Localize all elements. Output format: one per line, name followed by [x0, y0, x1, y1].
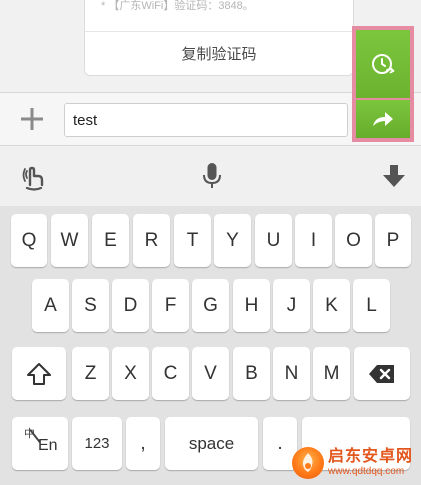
key-e[interactable]: E [92, 214, 129, 267]
gesture-input-button[interactable] [18, 160, 50, 192]
key-u[interactable]: U [255, 214, 292, 267]
key-r[interactable]: R [133, 214, 170, 267]
key-z[interactable]: Z [72, 347, 109, 400]
key-c[interactable]: C [152, 347, 189, 400]
key-b[interactable]: B [233, 347, 270, 400]
space-key[interactable]: space [165, 417, 258, 470]
key-v[interactable]: V [192, 347, 229, 400]
shift-key[interactable] [12, 347, 66, 400]
key-f[interactable]: F [152, 279, 189, 332]
send-button[interactable] [356, 100, 410, 138]
key-q[interactable]: Q [11, 214, 47, 267]
period-key[interactable]: . [263, 417, 297, 470]
key-y[interactable]: Y [214, 214, 251, 267]
key-j[interactable]: J [273, 279, 310, 332]
key-x[interactable]: X [112, 347, 149, 400]
copy-verification-code-button[interactable]: 复制验证码 [85, 32, 353, 75]
hide-keyboard-button[interactable] [378, 160, 410, 192]
key-h[interactable]: H [233, 279, 270, 332]
key-d[interactable]: D [112, 279, 149, 332]
plus-icon [21, 108, 43, 130]
return-key[interactable] [302, 417, 410, 470]
key-w[interactable]: W [51, 214, 88, 267]
forward-arrow-icon [373, 112, 393, 126]
key-m[interactable]: M [313, 347, 350, 400]
key-a[interactable]: A [32, 279, 69, 332]
key-g[interactable]: G [192, 279, 229, 332]
key-i[interactable]: I [295, 214, 332, 267]
numbers-key[interactable]: 123 [72, 417, 122, 470]
voice-input-button[interactable] [196, 160, 228, 192]
language-switch-key[interactable]: 中 En [12, 417, 68, 470]
plus-button[interactable] [18, 105, 46, 133]
down-arrow-icon [383, 165, 405, 187]
shift-arrow-icon [27, 362, 51, 385]
hand-gesture-icon [22, 166, 44, 191]
key-o[interactable]: O [335, 214, 372, 267]
message-snippet: * 【广东WiFi】验证码：3848。 [101, 0, 254, 12]
backspace-icon [369, 364, 394, 383]
clock-send-icon [372, 54, 395, 74]
backspace-key[interactable] [354, 347, 410, 400]
key-k[interactable]: K [313, 279, 350, 332]
key-s[interactable]: S [72, 279, 109, 332]
qwerty-keyboard: Q W E R T Y U I O P A S D F G H J K L Z … [0, 206, 421, 485]
keyboard-toolbar [0, 146, 421, 206]
timed-send-button[interactable] [356, 30, 410, 98]
key-t[interactable]: T [174, 214, 211, 267]
highlighted-send-buttons [352, 26, 414, 142]
message-text-input[interactable] [64, 103, 348, 137]
microphone-icon [203, 163, 221, 188]
key-l[interactable]: L [353, 279, 390, 332]
key-n[interactable]: N [273, 347, 310, 400]
verification-message-card: * 【广东WiFi】验证码：3848。 复制验证码 [84, 0, 354, 76]
key-p[interactable]: P [375, 214, 411, 267]
comma-key[interactable]: , [126, 417, 160, 470]
english-label: En [38, 437, 58, 454]
